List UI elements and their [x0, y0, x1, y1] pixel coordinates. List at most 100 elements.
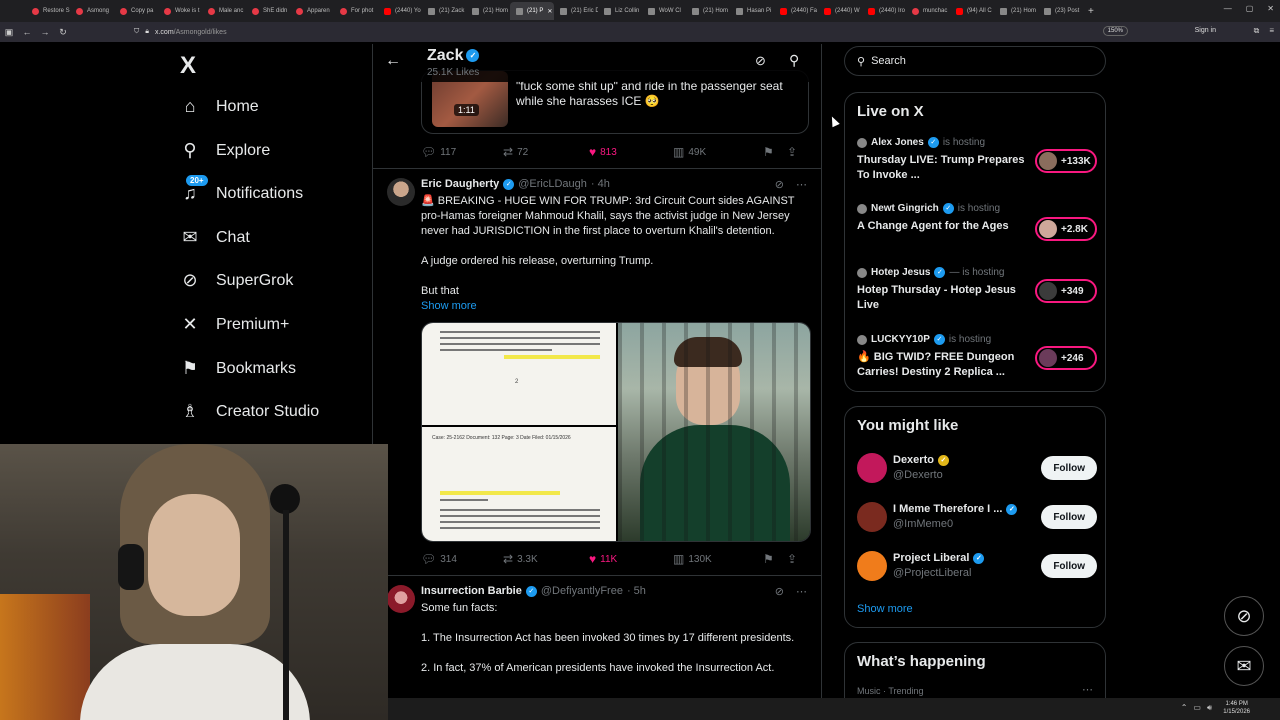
grok-fab-icon[interactable]: ⊘	[1224, 596, 1264, 636]
like-button[interactable]: ♥ 11K	[589, 552, 673, 566]
person-photo[interactable]	[618, 323, 810, 541]
browser-tab[interactable]: Woke is t	[158, 2, 202, 20]
author-name[interactable]: Insurrection Barbie	[421, 585, 522, 597]
back-button[interactable]: ←	[18, 27, 36, 37]
network-icon[interactable]: ▭	[1193, 703, 1201, 713]
views-button[interactable]: ▥ 49K	[673, 145, 763, 159]
views-button[interactable]: ▥ 130K	[673, 552, 763, 566]
live-space-item[interactable]: Newt Gingrich ✓ is hosting A Change Agent f…	[857, 203, 1097, 241]
browser-tab[interactable]: (21) Hom	[466, 2, 510, 20]
search-icon[interactable]: ⚲	[789, 52, 799, 69]
x-logo[interactable]: X	[180, 52, 196, 80]
document-image[interactable]: Case: 25-2162 Document: 132 Page: 3 Date…	[422, 427, 616, 541]
browser-tab[interactable]: For phot	[334, 2, 378, 20]
close-window-button[interactable]: ✕	[1267, 4, 1274, 13]
like-button[interactable]: ♥ 813	[589, 145, 673, 159]
nav-item-premium[interactable]: ✕ Premium+	[180, 314, 289, 335]
avatar[interactable]	[857, 453, 887, 483]
browser-tab[interactable]: Copy pa	[114, 2, 158, 20]
avatar[interactable]	[387, 178, 415, 206]
new-tab-button[interactable]: +	[1088, 6, 1094, 17]
browser-tab[interactable]: Hasan Pi	[730, 2, 774, 20]
browser-tab[interactable]: ShE didn	[246, 2, 290, 20]
menu-icon[interactable]: ≡	[1269, 26, 1274, 36]
suggested-account[interactable]: Project Liberal ✓ @ProjectLiberal Follow	[857, 549, 1097, 583]
browser-tab[interactable]: Male anc	[202, 2, 246, 20]
avatar[interactable]	[857, 551, 887, 581]
address-bar[interactable]: ⛉ 🔒︎ x.com/Asmongold/likes	[134, 25, 1124, 39]
follow-button[interactable]: Follow	[1041, 456, 1097, 480]
chevron-up-icon[interactable]: ⌃	[1181, 703, 1188, 713]
nav-item-notifications[interactable]: ♫ 20+ Notifications	[180, 175, 303, 204]
extensions-icon[interactable]: ⧉	[1254, 26, 1260, 36]
share-button[interactable]: ⇪	[787, 145, 797, 159]
system-clock[interactable]: 1:46 PM 1/15/2026	[1223, 700, 1250, 716]
listener-count-pill[interactable]: +246	[1035, 346, 1097, 370]
sidebar-toggle-icon[interactable]: ▣	[0, 27, 18, 38]
grok-icon[interactable]: ⊘	[755, 53, 766, 69]
tweet-media[interactable]: 2 Case: 25-2162 Document: 132 Page: 3 Da…	[421, 322, 811, 542]
browser-tab[interactable]: (2440) Iro	[862, 2, 906, 20]
nav-item-creator-studio[interactable]: ♗ Creator Studio	[180, 401, 319, 422]
author-handle[interactable]: @DefiyantlyFree	[541, 585, 623, 597]
nav-item-chat[interactable]: ✉ Chat	[180, 227, 249, 248]
search-input[interactable]: ⚲ Search	[844, 46, 1106, 76]
nav-item-bookmarks[interactable]: ⚑ Bookmarks	[180, 358, 296, 379]
sign-in-button[interactable]: Sign in	[1195, 27, 1216, 34]
reload-button[interactable]: ↻	[54, 27, 72, 38]
bookmark-button[interactable]: ⚑	[763, 145, 787, 159]
more-icon[interactable]: ⋯	[796, 178, 807, 191]
suggested-account[interactable]: Dexerto ✓ @Dexerto Follow	[857, 451, 1097, 485]
browser-tab[interactable]: (21) Eric D	[554, 2, 598, 20]
reply-button[interactable]: 💬︎ 117	[421, 145, 503, 159]
nav-item-supergrok[interactable]: ⊘ SuperGrok	[180, 270, 293, 291]
follow-button[interactable]: Follow	[1041, 554, 1097, 578]
listener-count-pill[interactable]: +133K	[1035, 149, 1097, 173]
follow-button[interactable]: Follow	[1041, 505, 1097, 529]
live-space-item[interactable]: Hotep Jesus ✓ — is hosting Hotep Thursday -…	[857, 267, 1097, 313]
avatar[interactable]	[387, 585, 415, 613]
close-tab-icon[interactable]: ✕	[547, 8, 552, 15]
browser-tab[interactable]: (94) All C	[950, 2, 994, 20]
live-space-item[interactable]: Alex Jones ✓ is hosting Thursday LIVE: Trum…	[857, 137, 1097, 183]
show-more-link[interactable]: Show more	[857, 603, 913, 615]
bookmark-button[interactable]: ⚑	[763, 552, 787, 566]
browser-tab[interactable]: (2440) Yo	[378, 2, 422, 20]
browser-tab[interactable]: (21) Zack	[422, 2, 466, 20]
browser-tab[interactable]: (23) Post	[1038, 2, 1082, 20]
browser-tab[interactable]: Restore S	[26, 2, 70, 20]
browser-tab[interactable]: WoW Cl	[642, 2, 686, 20]
minimize-button[interactable]: —	[1224, 4, 1232, 13]
post-time[interactable]: · 5h	[627, 585, 646, 597]
share-button[interactable]: ⇪	[787, 552, 797, 566]
browser-tab[interactable]: (2440) Fa	[774, 2, 818, 20]
avatar[interactable]	[857, 502, 887, 532]
browser-tab[interactable]: Apparen	[290, 2, 334, 20]
suggested-account[interactable]: I Meme Therefore I ... ✓ @ImMeme0 Follow	[857, 500, 1097, 534]
author-name[interactable]: Eric Daugherty	[421, 178, 499, 190]
author-handle[interactable]: @EricLDaugh	[518, 178, 587, 190]
zoom-indicator[interactable]: 150%	[1102, 26, 1128, 36]
repost-button[interactable]: ⇄ 3.3K	[503, 552, 589, 566]
reply-button[interactable]: 💬︎ 314	[421, 552, 503, 566]
document-image[interactable]: 2	[422, 323, 616, 425]
show-more-link[interactable]: Show more	[421, 299, 811, 314]
back-arrow-icon[interactable]: ←	[385, 52, 401, 70]
browser-tab[interactable]: (21) P ✕	[510, 2, 554, 20]
volume-icon[interactable]: 🔊︎	[1207, 703, 1212, 713]
browser-tab[interactable]: munchac	[906, 2, 950, 20]
browser-tab[interactable]: (2440) W	[818, 2, 862, 20]
repost-button[interactable]: ⇄ 72	[503, 145, 589, 159]
maximize-button[interactable]: ▢	[1246, 4, 1254, 13]
listener-count-pill[interactable]: +2.8K	[1035, 217, 1097, 241]
forward-button[interactable]: →	[36, 27, 54, 37]
post-time[interactable]: · 4h	[591, 178, 610, 190]
grok-icon[interactable]: ⊘	[775, 178, 784, 191]
more-icon[interactable]: ⋯	[796, 585, 807, 598]
messages-fab-icon[interactable]: ✉	[1224, 646, 1264, 686]
more-icon[interactable]: ⋯	[1082, 683, 1093, 696]
browser-tab[interactable]: Asmong	[70, 2, 114, 20]
browser-tab[interactable]: (21) Hom	[994, 2, 1038, 20]
nav-item-home[interactable]: ⌂ Home	[180, 96, 259, 117]
grok-icon[interactable]: ⊘	[775, 585, 784, 598]
